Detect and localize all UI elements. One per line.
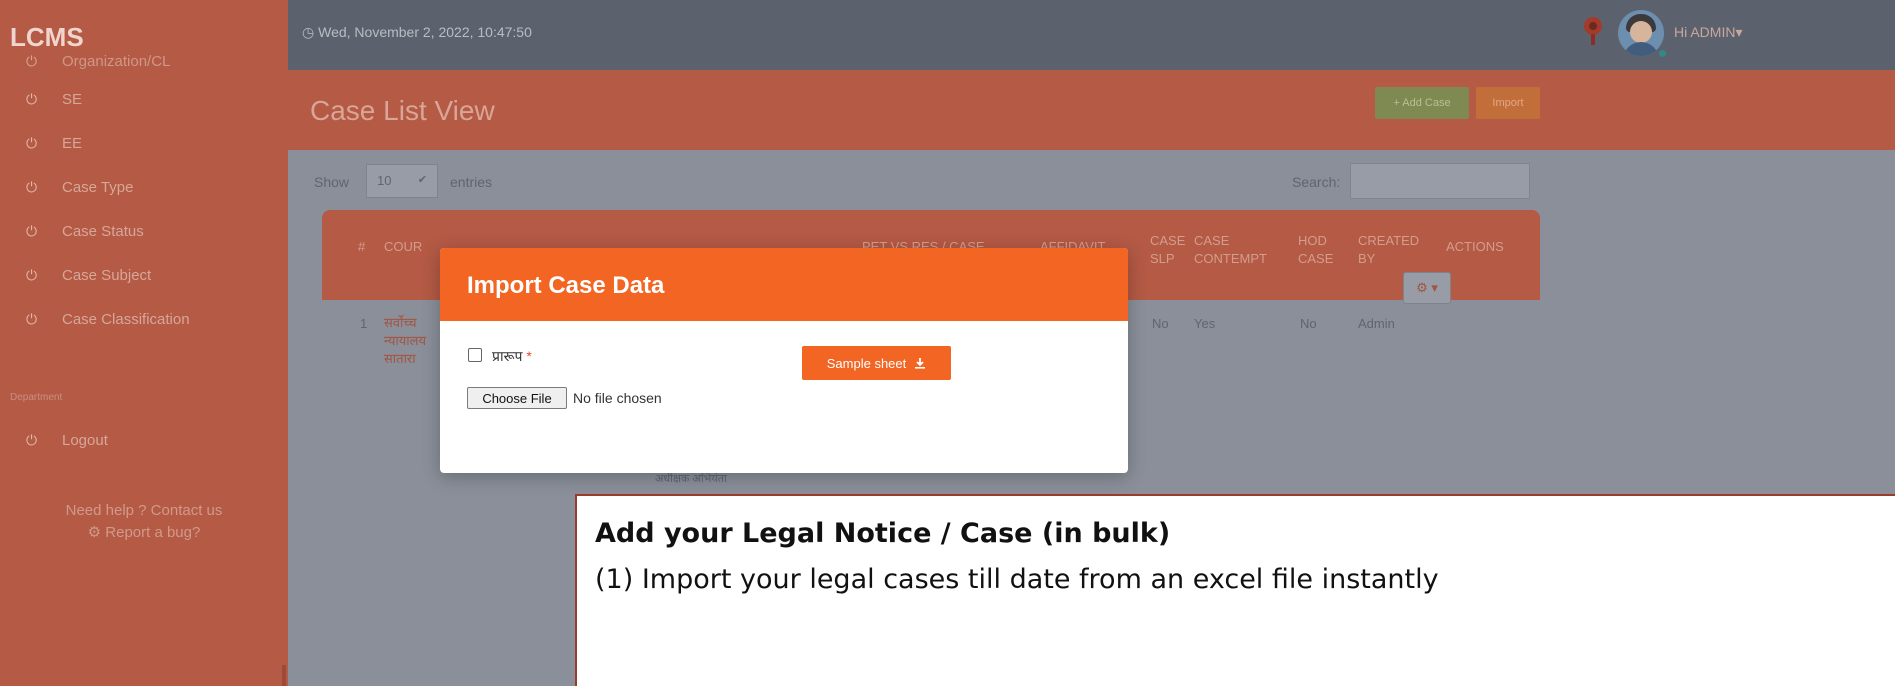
entries-label: entries — [450, 174, 493, 190]
entries-select[interactable]: 10 ✔ — [366, 164, 438, 198]
sidebar-item-label: Case Classification — [62, 310, 190, 328]
bug-icon: ⚙ — [87, 524, 106, 541]
help-section: Need help ? Contact us ⚙ Report a bug? — [0, 500, 288, 544]
chevron-down-icon: ✔ — [417, 174, 427, 186]
logout-button[interactable]: ⏻ Logout — [0, 418, 108, 462]
col-created-by[interactable]: CREATED BY — [1358, 232, 1428, 268]
datetime-text: Wed, November 2, 2022, 10:47:50 — [318, 24, 532, 40]
online-status-dot — [1657, 48, 1668, 59]
modal-title: Import Case Data — [467, 272, 665, 299]
col-case-slp[interactable]: CASE SLP — [1150, 232, 1185, 268]
sidebar-item-case-status[interactable]: ⏻ Case Status — [0, 209, 288, 253]
col-index[interactable]: # — [358, 238, 365, 256]
add-case-button[interactable]: + Add Case — [1375, 87, 1469, 119]
report-bug-link[interactable]: ⚙ Report a bug? — [0, 522, 288, 544]
user-menu-label: Hi ADMIN — [1674, 24, 1736, 40]
sidebar-section-heading: Department — [10, 392, 63, 403]
power-icon: ⏻ — [26, 178, 38, 195]
row-index: 1 — [360, 316, 368, 331]
page-header: Case List View + Add Case Import — [288, 70, 1895, 150]
avatar-face — [1630, 21, 1652, 43]
sidebar: LCMS ⏻ Organization/CL ⏻ SE ⏻ EE ⏻ Case … — [0, 0, 288, 686]
sidebar-nav: ⏻ Organization/CL ⏻ SE ⏻ EE ⏻ Case Type … — [0, 53, 288, 341]
gear-icon: ⚙ — [1416, 280, 1428, 295]
col-actions: ACTIONS — [1446, 239, 1504, 254]
sidebar-item-label: Case Status — [62, 222, 144, 240]
sample-sheet-button[interactable]: Sample sheet — [802, 346, 951, 380]
page-title: Case List View — [310, 95, 495, 126]
row-court-link[interactable]: सर्वोच्च न्यायालय सातारा — [384, 314, 426, 368]
search-input[interactable] — [1350, 163, 1530, 199]
sidebar-item-ee[interactable]: ⏻ EE — [0, 121, 288, 165]
required-mark: * — [526, 348, 532, 364]
caret-down-icon: ▾ — [1431, 280, 1438, 295]
col-case-contempt[interactable]: CASE CONTEMPT — [1194, 232, 1274, 268]
row-hod-case: No — [1300, 316, 1317, 331]
power-icon: ⏻ — [26, 52, 38, 69]
show-label: Show — [314, 174, 350, 190]
report-bug-label: Report a bug? — [105, 524, 201, 541]
notification-pin-icon[interactable] — [1582, 16, 1604, 46]
sidebar-scrollbar[interactable] — [282, 665, 286, 686]
power-icon: ⏻ — [26, 90, 38, 107]
contact-us-link[interactable]: Need help ? Contact us — [0, 500, 288, 522]
power-icon: ⏻ — [26, 310, 38, 327]
sidebar-item-case-type[interactable]: ⏻ Case Type — [0, 165, 288, 209]
logout-label: Logout — [62, 431, 108, 449]
format-label-text: प्रारूप — [492, 348, 523, 364]
row-case-contempt: Yes — [1194, 316, 1216, 331]
sidebar-item-label: Case Subject — [62, 266, 152, 284]
clock-icon: ◷ — [302, 24, 319, 40]
top-bar: ◷ Wed, November 2, 2022, 10:47:50 Hi ADM… — [288, 0, 1895, 70]
download-icon — [915, 358, 926, 369]
caret-down-icon: ▾ — [1735, 24, 1743, 40]
row-created-by: Admin — [1358, 316, 1395, 331]
no-file-text: No file chosen — [573, 390, 662, 406]
sidebar-item-label: Case Type — [62, 178, 134, 196]
sidebar-item-label: Organization/CL — [62, 52, 171, 70]
callout-title: Add your Legal Notice / Case (in bulk) — [595, 518, 1171, 549]
import-case-modal: Import Case Data प्रारूप * Choose File N… — [440, 248, 1128, 473]
sidebar-item-label: EE — [62, 134, 83, 152]
row-case-slp: No — [1152, 316, 1169, 331]
row-actions-button[interactable]: ⚙ ▾ — [1403, 272, 1451, 304]
datetime-display: ◷ Wed, November 2, 2022, 10:47:50 — [302, 24, 532, 41]
user-menu[interactable]: Hi ADMIN▾ — [1674, 24, 1742, 41]
callout-line: (1) Import your legal cases till date fr… — [595, 564, 1439, 595]
search-label: Search: — [1292, 174, 1341, 190]
sidebar-item-se[interactable]: ⏻ SE — [0, 77, 288, 121]
choose-file-button[interactable]: Choose File — [467, 387, 567, 409]
row-partial-text: अधीक्षक अभियंता — [655, 473, 727, 485]
sidebar-item-case-classification[interactable]: ⏻ Case Classification — [0, 297, 288, 341]
sidebar-item-organization[interactable]: ⏻ Organization/CL — [0, 45, 288, 77]
col-hod-case[interactable]: HOD CASE — [1298, 232, 1338, 268]
format-checkbox[interactable] — [468, 348, 482, 362]
avatar-body — [1623, 42, 1659, 56]
entries-select-value: 10 — [377, 173, 392, 188]
power-icon: ⏻ — [26, 134, 38, 151]
import-button[interactable]: Import — [1476, 87, 1540, 119]
modal-header: Import Case Data — [440, 248, 1128, 321]
format-checkbox-label: प्रारूप * — [492, 347, 532, 366]
sample-sheet-label: Sample sheet — [826, 355, 907, 371]
power-icon: ⏻ — [26, 431, 38, 448]
col-court[interactable]: COUR — [384, 238, 422, 256]
power-icon: ⏻ — [26, 266, 38, 283]
power-icon: ⏻ — [26, 222, 38, 239]
sidebar-item-case-subject[interactable]: ⏻ Case Subject — [0, 253, 288, 297]
avatar[interactable] — [1618, 10, 1664, 56]
feature-callout: Add your Legal Notice / Case (in bulk) (… — [575, 494, 1895, 686]
sidebar-item-label: SE — [62, 90, 83, 108]
